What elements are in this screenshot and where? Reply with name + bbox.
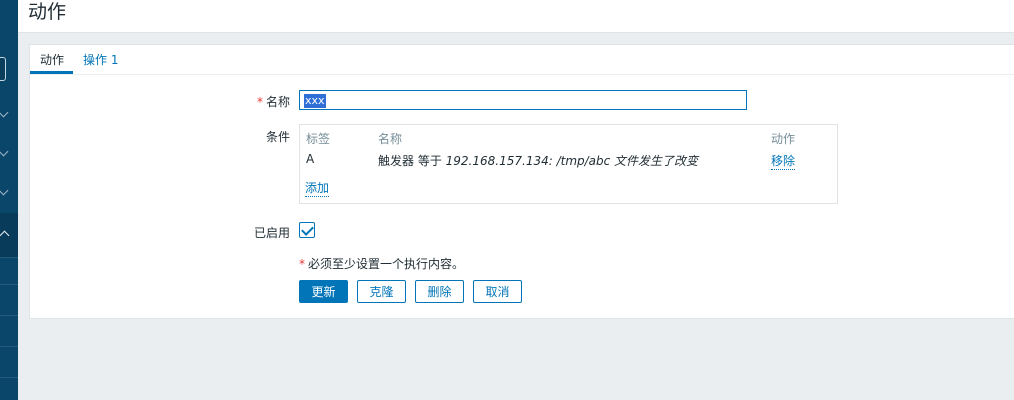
required-marker: * [256, 95, 263, 109]
conditions-header-action: 动作 [771, 132, 796, 146]
name-label-text: 名称 [265, 95, 290, 109]
enabled-checkbox[interactable] [299, 222, 315, 238]
tab-action[interactable]: 动作 [40, 51, 64, 68]
update-button[interactable]: 更新 [299, 280, 348, 303]
name-input-value[interactable]: xxx [304, 94, 326, 108]
note-required-marker: * [299, 257, 305, 271]
required-note: * 必须至少设置一个执行内容。 [299, 255, 464, 272]
add-condition-link[interactable]: 添加 [305, 179, 330, 197]
tab-bar: 动作 操作 1 [30, 45, 1014, 75]
remove-condition-link[interactable]: 移除 [771, 152, 796, 170]
page-title: 动作 [28, 1, 67, 23]
chevron-down-icon[interactable] [0, 185, 9, 196]
sidebar-toggle-button[interactable] [0, 57, 6, 81]
name-label: * 名称 [210, 93, 290, 110]
clone-button[interactable]: 克隆 [357, 280, 406, 303]
sidebar-divider [0, 346, 18, 347]
conditions-header-tag: 标签 [306, 132, 331, 146]
page-header: 动作 [18, 0, 1014, 33]
condition-name: 触发器 等于 192.168.157.134: /tmp/abc 文件发生了改变 [378, 152, 698, 169]
condition-tag: A [306, 152, 315, 166]
sidebar-divider [0, 315, 18, 316]
active-tab-indicator [30, 71, 73, 74]
note-text: 必须至少设置一个执行内容。 [308, 257, 465, 271]
name-input[interactable] [299, 90, 747, 110]
enabled-label: 已启用 [253, 226, 290, 240]
condition-name-prefix: 触发器 等于 [378, 154, 442, 168]
condition-name-value: 192.168.157.134: /tmp/abc 文件发生了改变 [445, 154, 699, 168]
check-icon [301, 223, 314, 236]
conditions-label: 条件 [265, 130, 290, 144]
chevron-down-icon[interactable] [0, 146, 9, 157]
chevron-down-icon[interactable] [0, 107, 9, 118]
sidebar-divider [0, 284, 18, 285]
conditions-header-name: 名称 [378, 132, 403, 146]
tab-operations[interactable]: 操作 1 [83, 51, 118, 68]
action-form-card: 动作 操作 1 * 名称 xxx 条件 标签 名称 动作 A 触发器 等于 192… [29, 44, 1014, 319]
sidebar [0, 0, 18, 400]
conditions-table: 标签 名称 动作 A 触发器 等于 192.168.157.134: /tmp/… [299, 124, 838, 204]
cancel-button[interactable]: 取消 [473, 280, 522, 303]
sidebar-divider [0, 377, 18, 378]
sidebar-divider [0, 257, 18, 258]
delete-button[interactable]: 删除 [415, 280, 464, 303]
